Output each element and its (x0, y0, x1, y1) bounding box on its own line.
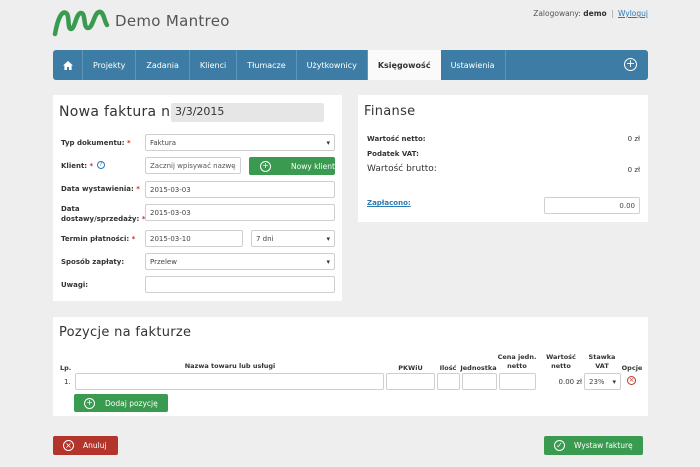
nav-item-ustawienia[interactable]: Ustawienia (441, 50, 506, 80)
col-unit-price: Cena jedn. netto (497, 353, 537, 370)
col-vat: Stawka VAT (588, 353, 616, 370)
invoice-title: Nowa faktura nr (59, 104, 177, 120)
remove-row-icon[interactable]: × (627, 376, 636, 385)
invoice-number-field[interactable]: 3/3/2015 (171, 103, 324, 122)
doc-type-select[interactable]: Faktura (145, 134, 335, 151)
issue-date-label: Data wystawienia: * (61, 185, 140, 193)
positions-title: Pozycje na fakturze (59, 325, 192, 340)
gross-value: 0 zł (627, 166, 640, 174)
add-position-button[interactable]: + Dodaj pozycję (74, 394, 168, 412)
client-label: Klient: * (61, 162, 94, 170)
paid-link[interactable]: Zapłacono: (367, 199, 411, 207)
finance-title: Finanse (364, 104, 416, 119)
nav-item-tlumacze[interactable]: Tłumacze (237, 50, 297, 80)
new-client-button[interactable]: + Nowy klient (249, 157, 335, 175)
paid-input[interactable]: 0.00 (544, 197, 640, 214)
home-icon (62, 60, 73, 70)
row-pkwiu-input[interactable] (386, 373, 435, 390)
main-nav: Projekty Zadania Klienci Tłumacze Użytko… (53, 50, 648, 80)
delivery-date-label: Data dostawy/sprzedaży: * (61, 205, 146, 223)
nav-item-ksiegowosc[interactable]: Księgowość (367, 50, 441, 80)
nav-item-zadania[interactable]: Zadania (136, 50, 190, 80)
payment-term-days-select[interactable]: 7 dni (251, 230, 335, 247)
col-options: Opcje (621, 364, 643, 372)
vat-label: Podatek VAT: (367, 150, 419, 158)
gross-value-label: Wartość brutto: (367, 164, 437, 174)
login-info: Zalogowany: demo | Wyloguj (533, 9, 648, 18)
row-qty-input[interactable] (437, 373, 460, 390)
col-unit: Jednostka (460, 364, 497, 372)
logout-link[interactable]: Wyloguj (618, 9, 648, 18)
username: demo (583, 9, 607, 18)
close-icon: × (63, 440, 74, 451)
row-net-value: 0.00 zł (558, 378, 582, 386)
notes-label: Uwagi: (61, 281, 89, 289)
net-value: 0 zł (627, 135, 640, 143)
net-value-label: Wartość netto: (367, 135, 426, 143)
payment-method-select[interactable]: Przelew (145, 253, 335, 270)
nav-home[interactable] (53, 50, 83, 80)
col-lp: Lp. (60, 364, 72, 372)
col-net-value: Wartość netto (546, 353, 576, 370)
row-name-input[interactable] (75, 373, 384, 390)
payment-method-label: Sposób zapłaty: (61, 258, 125, 266)
check-icon: ✓ (554, 440, 565, 451)
notes-input[interactable] (145, 276, 335, 293)
row-lp: 1. (64, 378, 71, 386)
issue-invoice-button[interactable]: ✓ Wystaw fakturę (544, 436, 643, 455)
col-pkwiu: PKWiU (398, 364, 423, 372)
issue-date-input[interactable]: 2015-03-03 (145, 181, 335, 198)
mantreo-logo-icon (52, 9, 110, 37)
app-title: Demo Mantreo (115, 12, 230, 30)
invoice-panel (53, 95, 342, 301)
logged-in-label: Zalogowany: (533, 9, 581, 18)
client-input[interactable]: Zacznij wpisywać nazwę kli (145, 157, 241, 174)
plus-icon: + (260, 160, 271, 172)
col-qty: Ilość (439, 364, 457, 372)
row-unit-price-input[interactable] (499, 373, 536, 390)
row-unit-input[interactable] (462, 373, 497, 390)
help-icon[interactable]: ? (97, 161, 105, 169)
row-vat-select[interactable]: 23% (584, 373, 621, 390)
col-name: Nazwa towaru lub usługi (184, 362, 276, 370)
nav-item-projekty[interactable]: Projekty (83, 50, 137, 80)
nav-item-uzytkownicy[interactable]: Użytkownicy (297, 50, 368, 80)
payment-term-date-input[interactable]: 2015-03-10 (145, 230, 243, 247)
delivery-date-input[interactable]: 2015-03-03 (145, 204, 335, 221)
doc-type-label: Typ dokumentu: * (61, 139, 131, 147)
separator: | (611, 9, 614, 18)
payment-term-label: Termin płatności: * (61, 235, 136, 243)
nav-item-klienci[interactable]: Klienci (190, 50, 238, 80)
plus-icon: + (84, 397, 95, 409)
add-icon[interactable]: + (624, 58, 637, 71)
cancel-button[interactable]: × Anuluj (53, 436, 118, 455)
